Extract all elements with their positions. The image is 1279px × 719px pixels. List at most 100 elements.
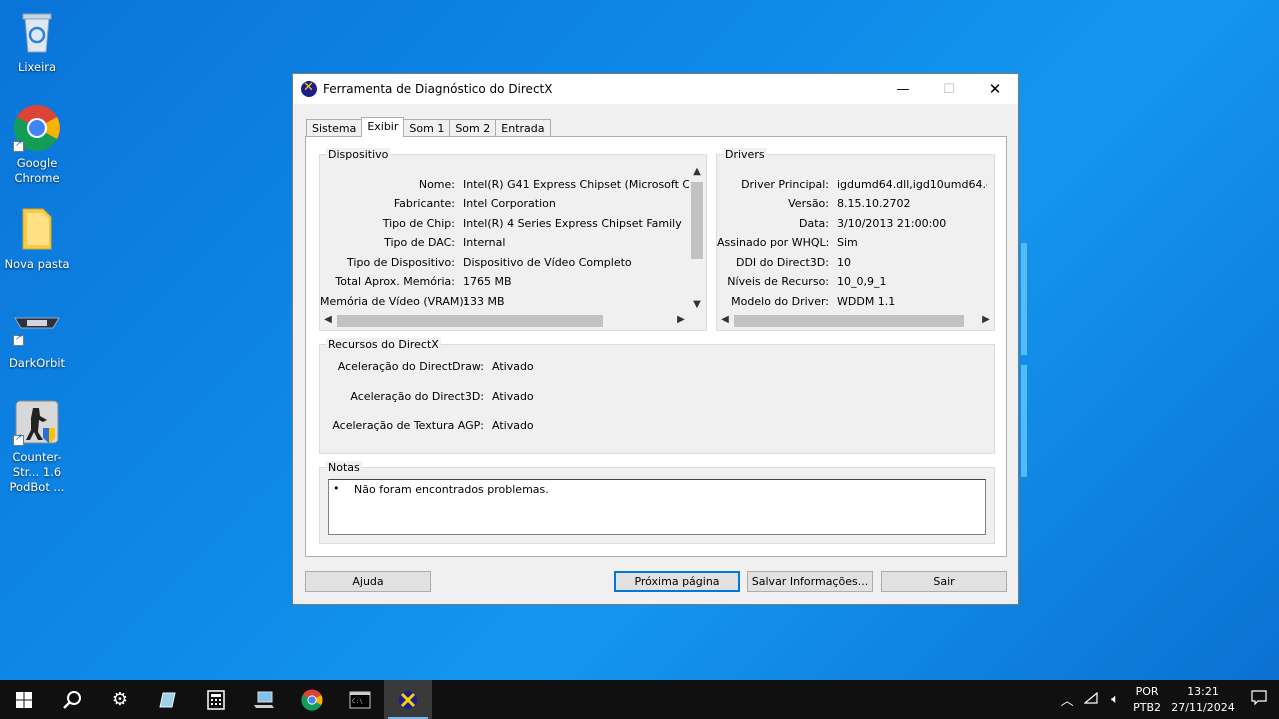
info-row: Nome: Intel(R) G41 Express Chipset (Micro… bbox=[418, 178, 689, 191]
desktop-icon-label: Counter-Str... 1.6 PodBot ... bbox=[9, 450, 65, 494]
dispositivo-horizontal-scrollbar[interactable]: ◀ ▶ bbox=[320, 313, 689, 329]
tab-entrada[interactable]: Entrada bbox=[495, 119, 551, 137]
desktop-icon-darkorbit[interactable]: DarkOrbit bbox=[0, 304, 74, 371]
windows-logo-icon bbox=[16, 691, 32, 708]
tab-strip: Sistema Exibir Som 1 Som 2 Entrada bbox=[306, 117, 551, 137]
scroll-down-icon[interactable]: ▼ bbox=[689, 299, 705, 310]
group-drivers: Drivers Driver Principal: igdumd64.dll,ig… bbox=[716, 148, 995, 331]
group-recursos-directx: Recursos do DirectX Aceleração do Direct… bbox=[319, 338, 995, 454]
chevron-up-icon[interactable]: ︿ bbox=[1055, 690, 1079, 709]
notification-center-icon[interactable] bbox=[1239, 690, 1279, 709]
scroll-up-icon[interactable]: ▲ bbox=[689, 166, 705, 177]
clock-time: 13:21 bbox=[1187, 684, 1219, 698]
shortcut-arrow-icon bbox=[13, 433, 24, 446]
dispositivo-list[interactable]: Nome: Intel(R) G41 Express Chipset (Micro… bbox=[320, 165, 706, 329]
info-row: Fabricante: Intel Corporation bbox=[393, 197, 556, 210]
bullet: • bbox=[333, 482, 340, 495]
taskbar-calculator[interactable] bbox=[192, 680, 240, 719]
taskbar-chrome[interactable] bbox=[288, 680, 336, 719]
save-info-button[interactable]: Salvar Informações... bbox=[747, 571, 873, 592]
scroll-right-icon[interactable]: ▶ bbox=[978, 314, 994, 325]
taskbar-directx[interactable] bbox=[384, 680, 432, 719]
help-button[interactable]: Ajuda bbox=[305, 571, 431, 592]
dxdiag-window: Ferramenta de Diagnóstico do DirectX — ☐… bbox=[292, 73, 1019, 605]
tab-sistema[interactable]: Sistema bbox=[306, 119, 363, 137]
svg-text:C:\: C:\ bbox=[352, 698, 363, 705]
wallpaper-streak bbox=[1021, 365, 1027, 477]
scroll-right-icon[interactable]: ▶ bbox=[673, 314, 689, 325]
desktop-icon-folder[interactable]: Nova pasta bbox=[0, 205, 74, 272]
taskbar-computer[interactable] bbox=[240, 680, 288, 719]
folder-icon bbox=[13, 205, 61, 253]
shortcut-arrow-icon bbox=[13, 139, 24, 152]
group-title-recursos: Recursos do DirectX bbox=[326, 338, 441, 351]
minimize-button[interactable]: — bbox=[880, 74, 926, 104]
gear-icon: ⚙ bbox=[111, 689, 129, 710]
group-dispositivo: Dispositivo Nome: Intel(R) G41 Express Ch… bbox=[319, 148, 707, 331]
feature-row: Aceleração do DirectDraw: Ativado bbox=[337, 360, 534, 373]
info-row: Total Aprox. Memória: 1765 MB bbox=[335, 275, 512, 288]
tab-som-1[interactable]: Som 1 bbox=[403, 119, 451, 137]
darkorbit-icon bbox=[13, 304, 61, 352]
directx-icon bbox=[399, 690, 417, 709]
exit-button[interactable]: Sair bbox=[881, 571, 1007, 592]
next-page-button[interactable]: Próxima página bbox=[614, 571, 740, 592]
system-tray: ︿ 🔈︎ POR PTB2 13:21 27/11/2024 bbox=[1055, 680, 1279, 719]
info-row: Tipo de Chip: Intel(R) 4 Series Express C… bbox=[382, 217, 682, 230]
desktop-icon-recycle-bin[interactable]: Lixeira bbox=[0, 8, 74, 75]
feature-row: Aceleração de Textura AGP: Ativado bbox=[332, 419, 534, 432]
language-indicator[interactable]: POR PTB2 bbox=[1133, 684, 1161, 716]
taskbar-settings[interactable]: ⚙ bbox=[96, 680, 144, 719]
start-button[interactable] bbox=[0, 680, 48, 719]
desktop-icon-counter-strike[interactable]: Counter-Str... 1.6 PodBot ... bbox=[0, 398, 74, 495]
info-row: Driver Principal: igdumd64.dll,igd10umd64… bbox=[741, 178, 987, 191]
keyboard-layout: PTB2 bbox=[1133, 700, 1161, 714]
group-title-dispositivo: Dispositivo bbox=[326, 148, 391, 161]
dispositivo-vertical-scrollbar[interactable]: ▲ ▼ bbox=[689, 165, 705, 311]
volume-icon[interactable]: 🔈︎ bbox=[1103, 692, 1127, 707]
tab-exibir[interactable]: Exibir bbox=[361, 117, 405, 137]
shortcut-arrow-icon bbox=[13, 333, 24, 346]
language-code: POR bbox=[1135, 684, 1159, 698]
scroll-thumb[interactable] bbox=[691, 182, 703, 259]
taskbar-app-notes[interactable] bbox=[144, 680, 192, 719]
search-button[interactable] bbox=[48, 680, 96, 719]
group-notas: Notas • Não foram encontrados problemas. bbox=[319, 461, 995, 544]
clock[interactable]: 13:21 27/11/2024 bbox=[1167, 684, 1239, 716]
tab-panel-exibir: Dispositivo Nome: Intel(R) G41 Express Ch… bbox=[305, 136, 1007, 557]
info-row: Tipo de Dispositivo: Dispositivo de Vídeo… bbox=[347, 256, 632, 269]
maximize-button[interactable]: ☐ bbox=[926, 74, 972, 104]
info-row: Tipo de DAC: Internal bbox=[384, 236, 506, 249]
terminal-icon: C:\ bbox=[349, 691, 371, 708]
scroll-left-icon[interactable]: ◀ bbox=[717, 314, 733, 325]
info-row: Versão: 8.15.10.2702 bbox=[788, 197, 911, 210]
feature-row: Aceleração do Direct3D: Ativado bbox=[350, 390, 534, 403]
drivers-list[interactable]: Driver Principal: igdumd64.dll,igd10umd64… bbox=[717, 165, 994, 329]
taskbar-cmd[interactable]: C:\ bbox=[336, 680, 384, 719]
notes-textbox[interactable]: • Não foram encontrados problemas. bbox=[328, 479, 986, 535]
group-title-notas: Notas bbox=[326, 461, 362, 474]
title-bar[interactable]: Ferramenta de Diagnóstico do DirectX — ☐… bbox=[293, 74, 1018, 104]
wallpaper-streak bbox=[1021, 243, 1027, 355]
desktop-icon-label: Lixeira bbox=[17, 60, 57, 74]
desktop-icon-label: DarkOrbit bbox=[8, 356, 66, 370]
network-icon[interactable] bbox=[1079, 691, 1103, 708]
chrome-icon bbox=[13, 104, 61, 152]
info-row: Modelo do Driver: WDDM 1.1 bbox=[731, 295, 896, 308]
info-row: Memória de Vídeo (VRAM): 133 MB bbox=[320, 295, 505, 308]
drivers-horizontal-scrollbar[interactable]: ◀ ▶ bbox=[717, 313, 994, 329]
desktop-icon-label: Google Chrome bbox=[14, 156, 60, 185]
directx-icon bbox=[301, 80, 317, 97]
desktop-icon-chrome[interactable]: Google Chrome bbox=[0, 104, 74, 186]
calculator-icon bbox=[207, 689, 225, 710]
computer-icon bbox=[254, 691, 274, 708]
scroll-thumb[interactable] bbox=[734, 315, 964, 327]
notepad-icon bbox=[159, 692, 176, 707]
desktop-icon-label: Nova pasta bbox=[4, 257, 70, 271]
scroll-thumb[interactable] bbox=[337, 315, 603, 327]
close-button[interactable]: ✕ bbox=[972, 74, 1018, 104]
info-row: Data: 3/10/2013 21:00:00 bbox=[799, 217, 947, 230]
tab-som-2[interactable]: Som 2 bbox=[449, 119, 497, 137]
chrome-icon bbox=[301, 688, 323, 711]
scroll-left-icon[interactable]: ◀ bbox=[320, 314, 336, 325]
